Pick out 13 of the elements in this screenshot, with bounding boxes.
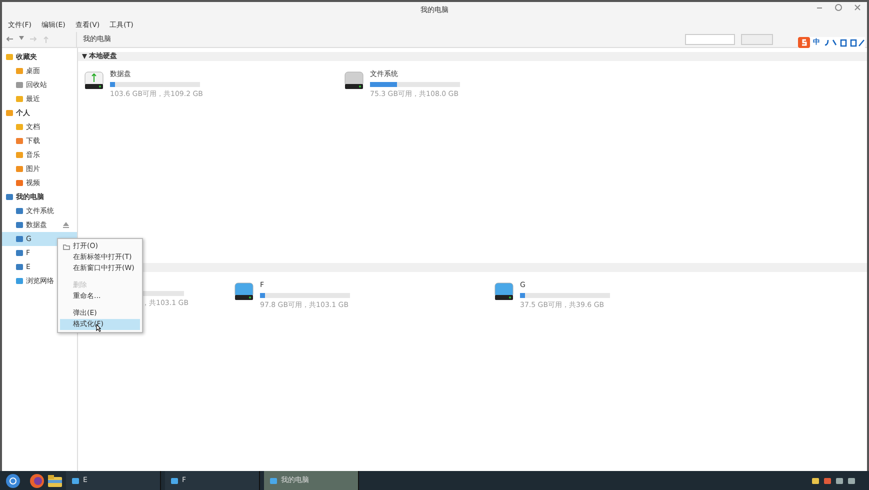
dropdown-icon[interactable] xyxy=(19,36,24,40)
maximize-icon[interactable] xyxy=(835,4,842,11)
usage-bar xyxy=(142,291,184,296)
collapse-icon[interactable] xyxy=(82,54,87,59)
eject-icon[interactable] xyxy=(63,222,69,228)
search-field[interactable] xyxy=(685,34,735,45)
back-icon[interactable] xyxy=(6,36,13,42)
start-menu-icon[interactable] xyxy=(6,474,20,488)
ime-logo-icon[interactable] xyxy=(798,37,810,48)
close-icon[interactable] xyxy=(854,4,861,11)
ime-toolbar-icon-drawing[interactable] xyxy=(823,38,865,46)
browser-icon[interactable] xyxy=(30,474,44,488)
usb-drive-icon[interactable] xyxy=(84,69,104,91)
